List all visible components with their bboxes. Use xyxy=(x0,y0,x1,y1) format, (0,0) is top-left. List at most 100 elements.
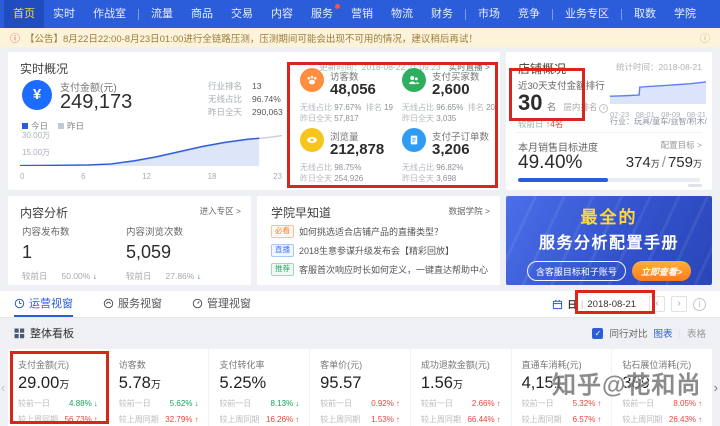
goal-separator: / xyxy=(660,154,668,171)
kpi-unit: 万 xyxy=(59,380,69,391)
metric-value: 48,056 xyxy=(330,81,376,98)
row-value: 0.92% xyxy=(371,399,394,408)
date-mode: 日 xyxy=(567,297,577,311)
date-separator: | xyxy=(581,299,583,310)
x-tick: 0 xyxy=(20,172,24,181)
nav-divider xyxy=(621,9,622,20)
kpi-conversion[interactable]: 支付转化率 5.25% 较前一日8.13%↓ 较上周同期16.26%↑ xyxy=(208,349,309,426)
kpi-unit: 万 xyxy=(453,380,463,391)
nav-item-bizzone[interactable]: 业务专区 xyxy=(556,0,618,28)
content-more-link[interactable]: 进入专区 > xyxy=(200,205,241,217)
kpi-diamond-cost[interactable]: 钻石展位消耗(元) 389 较前一日8.05%↑ 较上周同期26.43%↑ xyxy=(611,349,712,426)
row-label: 较上周同期 xyxy=(622,414,662,425)
nav-item-fetchdata[interactable]: 取数 xyxy=(625,0,665,28)
kpi-refund[interactable]: 成功退款金额(元) 1.56万 较前一日2.66%↑ 较上周同期66.44%↑ xyxy=(410,349,511,426)
tab-manage-view[interactable]: 管理视窗 xyxy=(192,291,251,317)
nav-item-service[interactable]: 服务 xyxy=(302,0,342,28)
board-title: 整体看板 xyxy=(30,325,74,341)
view-tabs-bar: 运营视窗 服务视窗 管理视窗 日 | 2018-08-21 ‹ › i xyxy=(0,291,720,318)
kpi-ztc-cost[interactable]: 直通车消耗(元) 4,151 较前一日5.32%↑ 较上周同期6.57%↑ xyxy=(511,349,612,426)
goal-config-link[interactable]: 配置目标 > xyxy=(661,139,702,151)
realtime-overview-card: 实时概况 更新时间：2018-08-22 21:09:23 实时直播 > ¥ 支… xyxy=(8,52,500,190)
y-tick: 15.00万 xyxy=(22,147,50,158)
kpi-name: 成功退款金额(元) xyxy=(421,358,501,371)
academy-more-link[interactable]: 数据学院 > xyxy=(449,205,490,217)
trend-arrow-icon: ↓ xyxy=(94,399,98,408)
row-value: 5.32% xyxy=(573,399,596,408)
metric-pay-buyers[interactable]: 支付买家数 2,600 无线占比 96.65% 排名 20 昨日全天 3,035 xyxy=(396,66,498,126)
nav-item-warroom[interactable]: 作战室 xyxy=(84,0,135,28)
rank-line-chart xyxy=(610,78,706,104)
kpi-next-arrow[interactable]: › xyxy=(714,380,718,395)
nav-divider xyxy=(552,9,553,20)
help-icon[interactable]: i xyxy=(693,298,706,311)
row-value: 6.57% xyxy=(573,415,596,424)
yesterday-label: 昨日全天 xyxy=(402,174,434,183)
nav-item-goods[interactable]: 商品 xyxy=(182,0,222,28)
delta-label: 较前日 xyxy=(126,271,152,281)
goal-unit: 万 xyxy=(651,159,660,169)
divider xyxy=(516,132,702,133)
metric-pay-suborders[interactable]: 支付子订单数 3,206 无线占比 96.82% 昨日全天 3,698 xyxy=(396,126,498,186)
nav-item-content[interactable]: 内容 xyxy=(262,0,302,28)
nav-item-realtime[interactable]: 实时 xyxy=(44,0,84,28)
notice-close-icon[interactable]: ⓘ xyxy=(700,30,710,45)
nav-item-home[interactable]: 首页 xyxy=(4,0,44,28)
nav-item-market[interactable]: 市场 xyxy=(469,0,509,28)
carousel-indicator[interactable] xyxy=(688,184,702,187)
trend-arrow-icon: ↓ xyxy=(295,399,299,408)
nav-item-logistics[interactable]: 物流 xyxy=(382,0,422,28)
banner-line1: 最全的 xyxy=(506,203,712,228)
goal-current: 374 xyxy=(626,154,651,171)
academy-item[interactable]: 直播 2018生意参谋升级发布会【精彩回放】 xyxy=(271,244,493,257)
row-value: 8.13% xyxy=(270,399,293,408)
x-tick: 6 xyxy=(81,172,85,181)
table-toggle[interactable]: 表格 xyxy=(687,326,706,340)
date-next-button[interactable]: › xyxy=(671,296,687,312)
trend-arrow-icon: ↑ xyxy=(194,415,198,424)
banner-cta-button[interactable]: 立即查看> xyxy=(632,261,691,281)
date-prev-button[interactable]: ‹ xyxy=(649,296,665,312)
academy-item[interactable]: 推荐 客服首次响应时长如何定义，一键直达帮助中心 xyxy=(271,263,493,276)
nav-item-marketing[interactable]: 营销 xyxy=(342,0,382,28)
yesterday-value: 57,817 xyxy=(334,114,358,123)
kpi-value: 95.57 xyxy=(320,374,361,392)
wireless-value: 97.67% xyxy=(334,103,361,112)
kpi-name: 客单价(元) xyxy=(320,358,400,371)
rank-line: 30 名 层内排名i xyxy=(518,90,608,116)
kpi-avg-order[interactable]: 客单价(元) 95.57 较前一日0.92%↑ 较上周同期1.53%↑ xyxy=(309,349,410,426)
legend-today-swatch xyxy=(22,123,28,129)
kpi-value: 5.78 xyxy=(119,374,151,392)
goal-unit: 万 xyxy=(693,159,702,169)
row-label: 较前一日 xyxy=(18,398,50,409)
metric-pageviews[interactable]: 浏览量 212,878 无线占比 98.75% 昨日全天 254,926 xyxy=(294,126,396,186)
nav-item-finance[interactable]: 财务 xyxy=(422,0,462,28)
service-manual-banner[interactable]: 最全的 服务分析配置手册 含客服目标和子账号 立即查看> xyxy=(506,196,712,285)
compare-checkbox[interactable]: ✓ xyxy=(592,328,603,339)
announcement-icon: ⓘ xyxy=(10,30,20,45)
kpi-name: 直通车消耗(元) xyxy=(522,358,602,371)
date-picker[interactable]: 日 | 2018-08-21 xyxy=(545,295,643,313)
kpi-payment-amount[interactable]: 支付金额(元) 29.00万 较前一日4.88%↓ 较上周同期56.73%↑ xyxy=(8,349,108,426)
academy-item[interactable]: 必看 如何挑选适合店铺产品的直播类型？ xyxy=(271,225,493,238)
tab-service-view[interactable]: 服务视窗 xyxy=(103,291,162,317)
info-icon[interactable]: i xyxy=(599,104,608,113)
row-label: 较前一日 xyxy=(522,398,554,409)
kpi-prev-arrow[interactable]: ‹ xyxy=(1,380,5,395)
content-stat-views: 内容浏览次数 5,059 较前日27.86% ↓ xyxy=(126,224,201,282)
nav-item-service-label: 服务 xyxy=(311,8,333,20)
nav-item-competition[interactable]: 竞争 xyxy=(509,0,549,28)
nav-item-traffic[interactable]: 流量 xyxy=(142,0,182,28)
tag-mustsee: 必看 xyxy=(271,225,294,237)
tab-operation-view[interactable]: 运营视窗 xyxy=(14,291,73,317)
yesterday-label: 昨日全天 xyxy=(300,174,332,183)
nav-item-trade[interactable]: 交易 xyxy=(222,0,262,28)
metric-visitors[interactable]: 访客数 48,056 无线占比 97.67% 排名 19 昨日全天 57,817 xyxy=(294,66,396,126)
side-stat-value: 96.74% xyxy=(252,94,281,104)
kpi-name: 支付金额(元) xyxy=(18,358,98,371)
content-stat-published: 内容发布数 1 较前日50.00% ↓ xyxy=(22,224,97,282)
row-label: 较前一日 xyxy=(421,398,453,409)
chart-toggle[interactable]: 图表 xyxy=(654,326,673,340)
nav-item-academy[interactable]: 学院 xyxy=(665,0,705,28)
kpi-visitors[interactable]: 访客数 5.78万 较前一日5.62%↓ 较上周同期32.79%↑ xyxy=(108,349,209,426)
